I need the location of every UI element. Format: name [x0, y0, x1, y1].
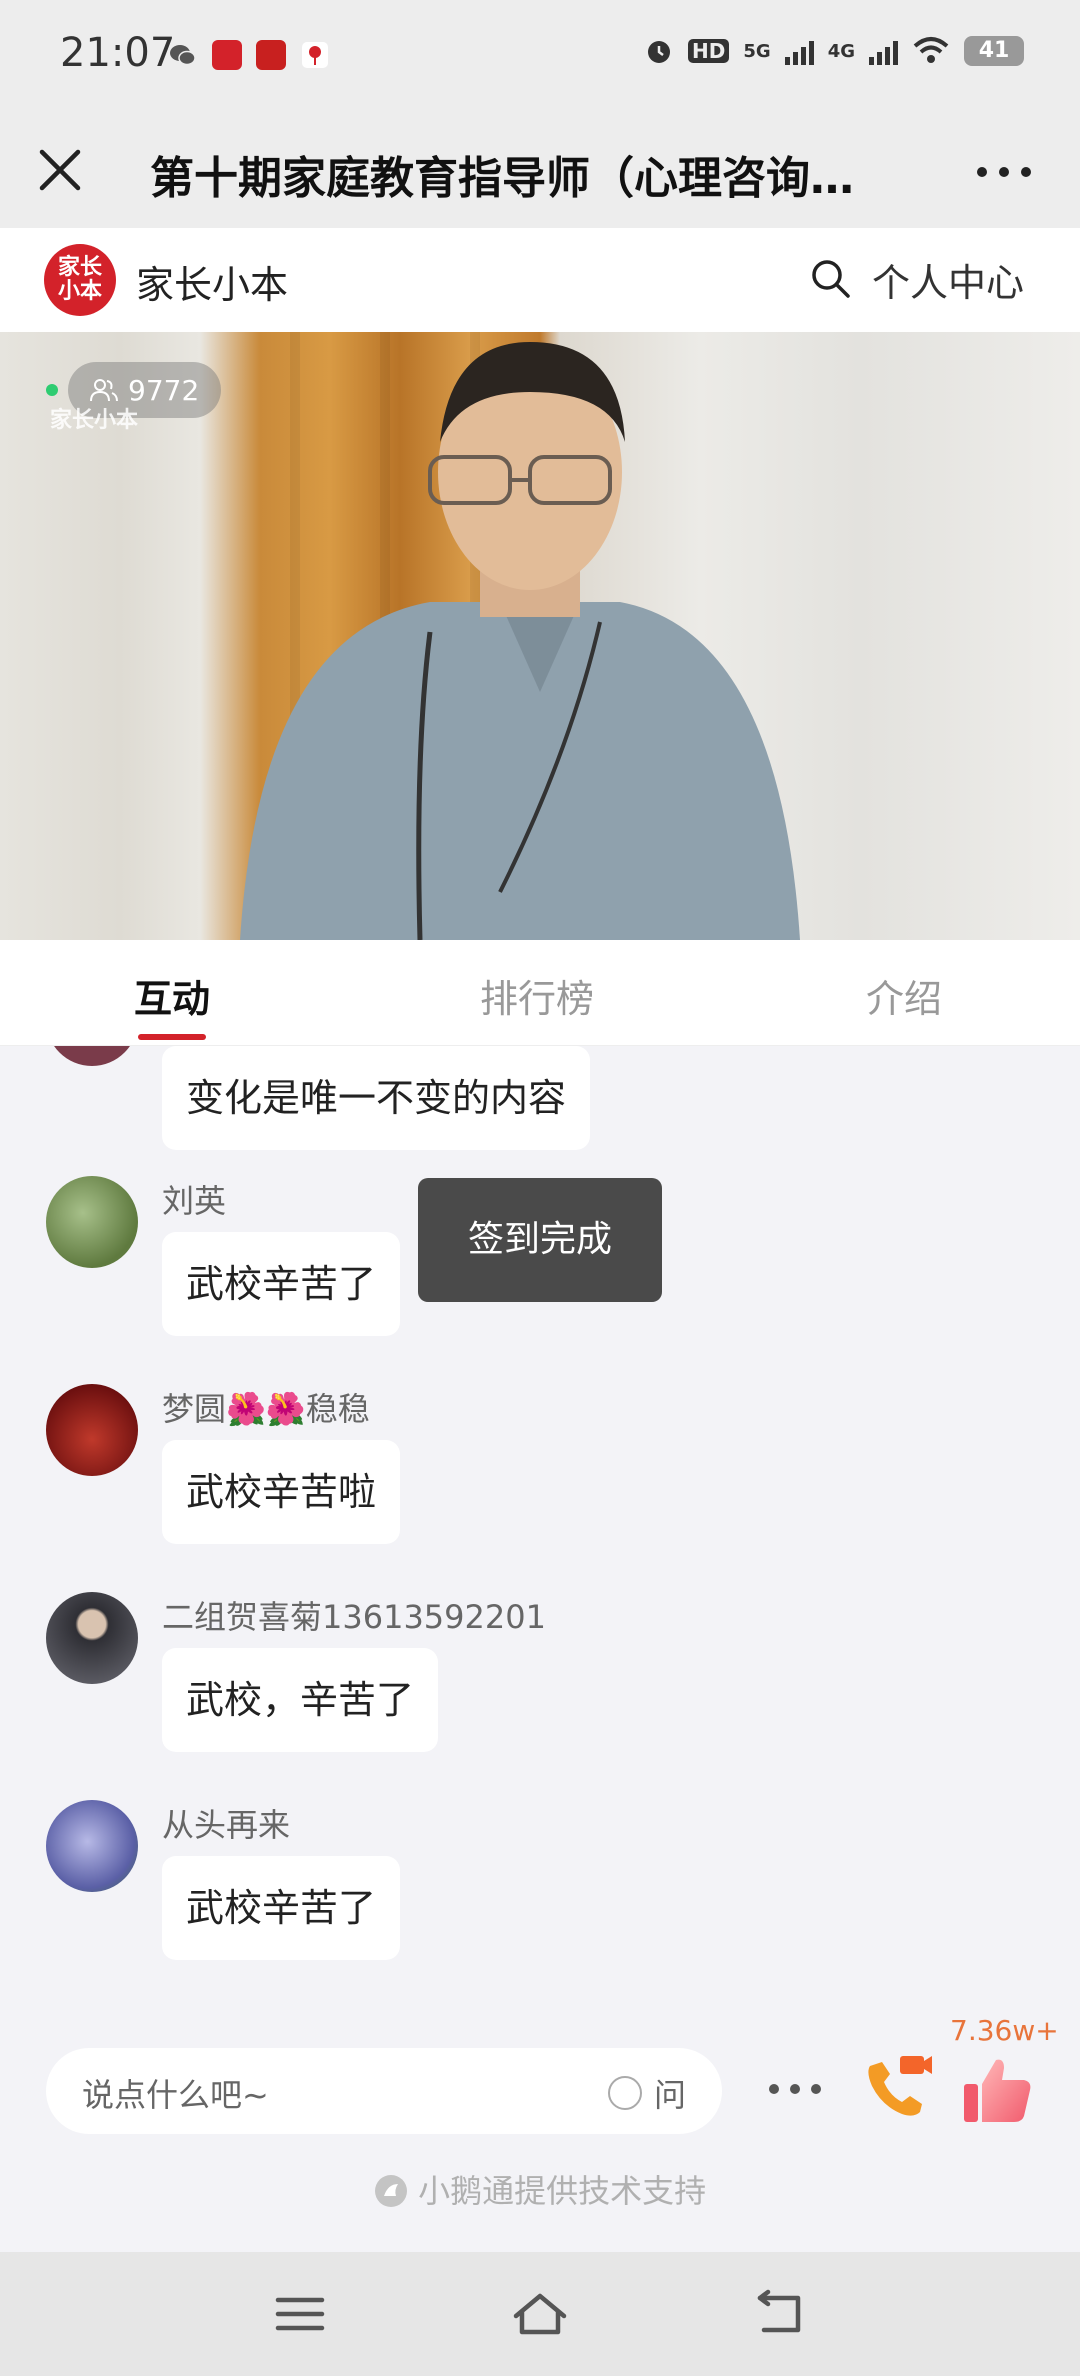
- tab-bar: 互动 排行榜 介绍: [0, 940, 1080, 1046]
- thumbs-up-icon[interactable]: [962, 2054, 1034, 2126]
- status-time: 21:07: [60, 30, 176, 76]
- status-bar: 21:07 HD 5G 4G 41: [0, 0, 1080, 112]
- tab-ranking[interactable]: 排行榜: [480, 968, 594, 1023]
- more-actions-icon[interactable]: [760, 2064, 830, 2114]
- sender-name: 梦圆🌺🌺稳稳: [162, 1390, 370, 1428]
- input-area: 说点什么吧~ 问 7.36w+ 小鹅通提供技术支持: [0, 2014, 1080, 2252]
- message-bubble: 变化是唯一不变的内容: [162, 1046, 591, 1150]
- sender-name: 二组贺喜菊13613592201: [162, 1598, 546, 1636]
- brand-name[interactable]: 家长小本: [136, 254, 288, 309]
- app-notification-icon-2: [256, 40, 286, 70]
- ask-question-toggle[interactable]: 问: [608, 2070, 686, 2116]
- avatar[interactable]: [46, 1046, 138, 1066]
- menu-icon[interactable]: [270, 2288, 330, 2340]
- xiaoetong-logo-icon: [374, 2175, 407, 2207]
- message-bubble: 武校辛苦了: [162, 1856, 401, 1960]
- status-indicators: HD 5G 4G 41: [644, 36, 1024, 66]
- comment-input[interactable]: 说点什么吧~ 问: [46, 2048, 722, 2134]
- avatar[interactable]: [46, 1800, 138, 1892]
- message-bubble: 武校，辛苦了: [162, 1648, 439, 1752]
- message-bubble: 武校辛苦啦: [162, 1440, 401, 1544]
- ask-label: 问: [654, 2076, 687, 2114]
- personal-center-link[interactable]: 个人中心: [872, 252, 1024, 307]
- avatar[interactable]: [46, 1176, 138, 1268]
- wechat-icon: [170, 45, 196, 66]
- notification-icons: [168, 40, 330, 70]
- alarm-icon: [648, 41, 671, 63]
- viewers-icon: [90, 379, 118, 402]
- tab-interaction[interactable]: 互动: [134, 968, 210, 1023]
- message-bubble: 武校辛苦了: [162, 1232, 401, 1336]
- brand-logo-text-1: 家长: [57, 255, 102, 280]
- presenter-figure: [240, 342, 800, 940]
- ask-radio-icon[interactable]: [608, 2076, 642, 2110]
- signal-icon: [784, 37, 814, 65]
- brand-logo[interactable]: 家长 小本: [44, 244, 116, 316]
- title-bar: 第十期家庭教育指导师（心理咨询…: [0, 112, 1080, 228]
- powered-by-text: 小鹅通提供技术支持: [418, 2172, 707, 2210]
- video-watermark: 家长小本: [50, 408, 139, 433]
- avatar[interactable]: [46, 1384, 138, 1476]
- app-notification-icon: [212, 40, 242, 70]
- sender-name: 刘英: [162, 1182, 227, 1220]
- location-app-icon: [302, 42, 328, 68]
- network-4g-label: 4G: [827, 40, 855, 62]
- tab-introduction[interactable]: 介绍: [866, 968, 942, 1023]
- comment-placeholder: 说点什么吧~: [82, 2076, 269, 2114]
- sender-name: 从头再来: [162, 1806, 291, 1844]
- system-nav-bar: [0, 2252, 1080, 2376]
- live-indicator: [46, 384, 58, 396]
- wifi-icon: [913, 37, 949, 63]
- brand-bar: 家长 小本 家长小本 个人中心: [0, 228, 1080, 332]
- powered-by: 小鹅通提供技术支持: [0, 2166, 1080, 2212]
- back-icon[interactable]: [750, 2288, 810, 2340]
- like-count: 7.36w+: [950, 2014, 1059, 2047]
- network-5g-label: 5G: [743, 40, 771, 62]
- viewer-count: 9772: [128, 373, 200, 407]
- avatar[interactable]: [46, 1592, 138, 1684]
- close-icon[interactable]: [30, 140, 90, 200]
- call-connect-icon[interactable]: [860, 2052, 934, 2122]
- check-in-toast: 签到完成: [418, 1178, 662, 1302]
- signal-icon-2: [869, 37, 898, 65]
- hd-indicator: HD: [688, 39, 730, 63]
- page-title: 第十期家庭教育指导师（心理咨询…: [150, 153, 854, 204]
- brand-logo-text-2: 小本: [57, 279, 102, 304]
- search-icon[interactable]: [808, 256, 852, 300]
- live-video-player[interactable]: 9772 家长小本: [0, 332, 1080, 940]
- battery-icon: 41: [964, 36, 1024, 66]
- home-icon[interactable]: [510, 2288, 570, 2340]
- active-tab-indicator: [138, 1034, 206, 1040]
- more-options-icon[interactable]: [964, 142, 1044, 202]
